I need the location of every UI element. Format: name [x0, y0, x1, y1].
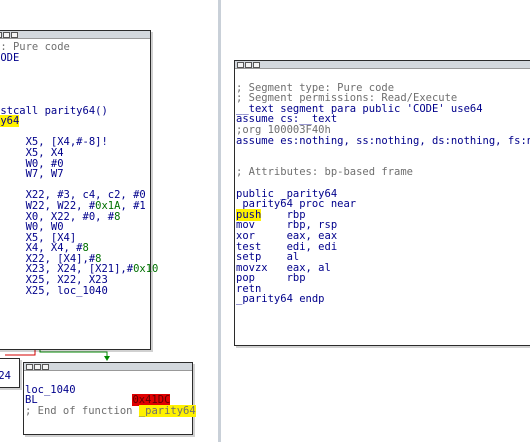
asm-token: X24 [0, 370, 11, 382]
asm-line[interactable] [236, 146, 530, 157]
block-group-button[interactable] [3, 31, 10, 38]
asm-token: 8 [114, 210, 121, 223]
left-graph-view[interactable]: e: Pure codeCODE astcall parity64()ty64 X… [0, 0, 218, 442]
asm-token: _parity64 [138, 404, 196, 417]
asm-line[interactable]: X24 [0, 371, 19, 382]
block-disassembly: X24 [0, 359, 19, 382]
asm-token: X25, loc_1040 [0, 284, 108, 297]
asm-token: , #1 [120, 199, 146, 212]
asm-line[interactable]: astcall parity64() [0, 105, 150, 117]
asm-token: ty64 [0, 115, 20, 128]
block-disassembly: loc_1040 BL 0x41DC; End of function _pari… [24, 371, 196, 417]
main-code-block[interactable]: e: Pure codeCODE astcall parity64()ty64 X… [0, 30, 158, 350]
asm-line[interactable]: _parity64 endp [236, 294, 530, 305]
block-color-button[interactable] [26, 363, 33, 370]
asm-token: ; End of function [25, 404, 139, 417]
asm-token: _parity64 endp [236, 293, 325, 306]
asm-line[interactable]: W7, W7 [0, 169, 150, 180]
asm-line[interactable] [0, 63, 150, 74]
function-code-block[interactable]: ; Segment type: Pure code; Segment permi… [234, 60, 530, 346]
asm-line[interactable]: CODE [0, 51, 150, 64]
block-group-button[interactable] [34, 363, 41, 370]
asm-line[interactable] [0, 74, 150, 85]
block-collapse-button[interactable] [11, 31, 18, 38]
block-color-button[interactable] [237, 61, 244, 68]
loc-1040-code-block[interactable]: loc_1040 BL 0x41DC; End of function _pari… [23, 362, 196, 435]
asm-token: 0x10 [133, 263, 159, 276]
asm-line[interactable]: X25, loc_1040 [0, 284, 150, 297]
block-disassembly: e: Pure codeCODE astcall parity64()ty64 X… [0, 39, 158, 297]
block-header[interactable] [235, 61, 530, 69]
fallthrough-code-block[interactable]: X24 [0, 358, 20, 388]
block-disassembly: ; Segment type: Pure code; Segment permi… [235, 69, 530, 305]
asm-line[interactable]: ; End of function _parity64 [25, 404, 196, 417]
asm-line[interactable]: ty64 [0, 115, 150, 128]
asm-token: W7, W7 [0, 168, 64, 181]
block-group-button[interactable] [245, 61, 252, 68]
asm-line[interactable] [0, 84, 150, 95]
right-graph-view[interactable]: ; Segment type: Pure code; Segment permi… [221, 0, 530, 442]
block-collapse-button[interactable] [42, 363, 49, 370]
asm-line[interactable]: assume es:nothing, ss:nothing, ds:nothin… [236, 134, 530, 147]
asm-token: ; Attributes: bp-based frame [236, 166, 414, 179]
asm-token: CODE [0, 51, 20, 64]
asm-line[interactable]: ; Attributes: bp-based frame [236, 167, 530, 178]
block-header[interactable] [24, 363, 192, 371]
true-branch-arrowhead [104, 356, 110, 361]
block-collapse-button[interactable] [253, 61, 260, 68]
block-color-button[interactable] [0, 31, 2, 38]
asm-line[interactable]: e: Pure code [0, 42, 150, 53]
asm-token: assume es:nothing, ss:nothing, ds:nothin… [236, 134, 530, 147]
asm-line[interactable]: pop rbp [236, 273, 530, 284]
block-header[interactable] [0, 31, 150, 39]
